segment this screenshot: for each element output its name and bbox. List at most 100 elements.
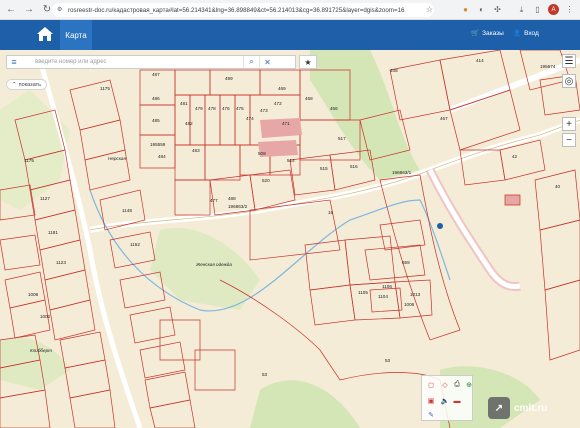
url-text: rosreestr-doc.ru/кадастровая_карта#lat=5… (68, 6, 405, 14)
parcel-number-label: 476 (222, 106, 230, 111)
star-bookmark-icon[interactable]: ☆ (424, 4, 435, 15)
green-area (150, 228, 260, 310)
parcel-number-label: 196863/2 (228, 204, 248, 209)
puzzle-icon[interactable]: ✣ (492, 4, 503, 15)
parcel-number-label: 1006 (404, 302, 415, 307)
parcel-number-label: 1148 (122, 208, 132, 213)
road (89, 117, 580, 233)
place-label: Клибберт (30, 348, 52, 353)
parcel-labels: 487 486 485 484 499 469 468 466 517 515 516 520 509 5… (24, 58, 561, 377)
location-marker[interactable] (437, 223, 443, 229)
place-label: Женская одежда (195, 262, 232, 267)
search-icon[interactable]: ⌕ (243, 56, 259, 68)
pencil-icon[interactable]: ✎ (426, 410, 436, 420)
cart-icon: 🛒 (471, 30, 480, 37)
hamburger-menu-icon[interactable]: ≡ (7, 56, 21, 68)
sound-icon[interactable]: 🔈 (440, 396, 450, 406)
clear-icon[interactable]: ✕ (259, 56, 275, 68)
parcel-number-label: 478 (208, 106, 216, 111)
parcel-number-label: 509 (258, 151, 266, 156)
sidepanel-icon[interactable]: ▯ (532, 4, 543, 15)
place-label: Нерская (108, 156, 126, 161)
chevron-up-icon: ⌃ (12, 81, 17, 88)
marker-icon[interactable]: ▣ (426, 396, 436, 406)
locate-icon[interactable]: ◎ (562, 74, 576, 88)
extension-icon[interactable]: ● (460, 4, 471, 15)
layers-icon[interactable]: ☰ (562, 54, 576, 68)
tab-map[interactable]: Карта (60, 20, 92, 50)
parcel-number-label: 469 (278, 86, 286, 91)
parcel-number-label: 474 (246, 116, 254, 121)
site-info-icon[interactable]: ⚙ (57, 6, 62, 13)
highway (425, 167, 521, 292)
parcel-number-label: 483 (192, 148, 200, 153)
parcel-number-label: 195674 (540, 64, 556, 69)
cadastral-map[interactable]: 487 486 485 484 499 469 468 466 517 515 516 520 509 5… (0, 50, 580, 428)
parcel-number-label: 516 (350, 164, 358, 169)
parcel-number-label: 473 (260, 108, 268, 113)
parcel-number-label: 53 (262, 372, 268, 377)
parcel-number-label: 481 (180, 101, 188, 106)
back-icon[interactable]: ← (4, 3, 18, 17)
parcel-number-label: 42 (512, 154, 518, 159)
parcel-number-label: 468 (305, 96, 313, 101)
parcel-group-southeast (304, 219, 433, 326)
download-icon[interactable]: ⤓ (516, 4, 527, 15)
parcel-number-label: 477 (210, 198, 218, 203)
road-edge (89, 119, 580, 231)
ruler-icon[interactable]: ◻ (426, 380, 436, 390)
watermark-logo-icon: ↗ (488, 397, 510, 419)
show-label: показать (18, 81, 42, 88)
parcel-number-label: 471 (282, 121, 290, 126)
parcel-number-label: 1127 (40, 196, 50, 201)
user-icon: 👤 (513, 30, 522, 37)
login-label: Вход (524, 29, 539, 37)
orders-link[interactable]: 🛒 Заказы (471, 29, 504, 38)
camera-icon[interactable]: ▬ (452, 396, 462, 406)
search-input[interactable] (21, 56, 243, 68)
parcel-number-label: 475 (236, 106, 244, 111)
extension-icon[interactable]: ◐ (476, 4, 487, 15)
show-button[interactable]: ⌃ показать (6, 79, 48, 90)
zoom-out-button[interactable]: − (562, 133, 576, 147)
favorites-star-icon[interactable]: ★ (299, 55, 317, 69)
parcel-number-label: 488 (228, 196, 236, 201)
orders-label: Заказы (482, 29, 504, 37)
building (260, 118, 302, 138)
parcel-number-label: 472 (274, 101, 282, 106)
road (448, 57, 580, 113)
parcel-number-label: 195559 (150, 142, 166, 147)
login-link[interactable]: 👤 Вход (513, 29, 539, 38)
green-area (0, 90, 70, 210)
profile-avatar[interactable]: A (548, 4, 559, 15)
green-area (250, 380, 360, 428)
area-icon[interactable]: ◇ (440, 380, 450, 390)
green-area (0, 337, 70, 390)
map-tools-panel: ◻ ◇ ⎙ ⊕ ▣ 🔈 ▬ ✎ (421, 375, 473, 421)
parcel-number-label: 1175 (24, 158, 34, 163)
parcel-number-label: 479 (195, 106, 203, 111)
parcel-number-label: 1002 (40, 314, 51, 319)
parcel-number-label: 659 (402, 260, 410, 265)
home-icon[interactable] (36, 26, 54, 42)
zoom-in-button[interactable]: + (562, 117, 576, 131)
parcel-number-label: 486 (152, 96, 160, 101)
add-icon[interactable]: ⊕ (464, 380, 474, 390)
app-header: Карта 🛒 Заказы 👤 Вход (0, 20, 580, 50)
parcel-number-label: 499 (225, 76, 233, 81)
forward-icon[interactable]: → (22, 3, 36, 17)
parcel-number-label: 1105 (358, 290, 368, 295)
watermark: ↗ cmlt.ru (488, 392, 578, 424)
menu-dots-icon[interactable]: ⋮ (564, 4, 575, 15)
parcel-number-label: 484 (158, 154, 166, 159)
parcel-number-label: 467 (440, 116, 448, 121)
print-icon[interactable]: ⎙ (452, 380, 462, 390)
address-bar[interactable]: ⚙ rosreestr-doc.ru/кадастровая_карта#lat… (52, 3, 434, 17)
parcel-number-label: 1013 (410, 292, 421, 297)
search-bar: ≡ ⌕ ✕ (6, 55, 296, 69)
parcel-number-label: 515 (320, 166, 328, 171)
parcel-number-label: 408 (390, 68, 398, 73)
parcel-number-label: 1123 (56, 260, 66, 265)
parcel-number-label: 485 (152, 118, 160, 123)
parcel-number-label: 482 (185, 121, 193, 126)
